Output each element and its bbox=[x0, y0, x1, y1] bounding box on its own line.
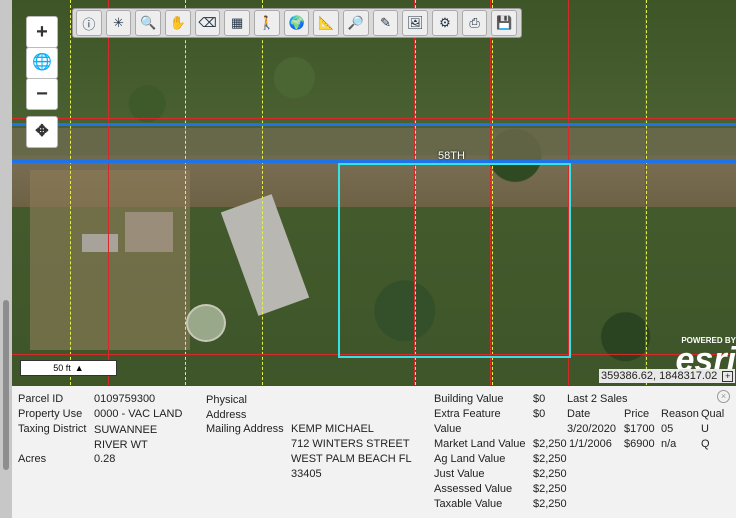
parcel-boundary bbox=[645, 0, 646, 385]
assessed-value: $2,250 bbox=[533, 483, 567, 495]
extra-feature-label: Extra Feature Value bbox=[434, 408, 501, 435]
grid-line bbox=[185, 0, 186, 385]
sale-date: 1/1/2006 bbox=[569, 438, 612, 450]
parcel-id-label: Parcel ID bbox=[18, 393, 64, 405]
mailing-line: KEMP MICHAEL bbox=[291, 423, 374, 435]
street-view-icon[interactable]: 🚶 bbox=[254, 10, 280, 36]
sale-price: $1700 bbox=[624, 423, 655, 435]
sales-header-qual: Qual bbox=[701, 408, 725, 420]
taxing-district-value: SUWANNEE RIVER WT bbox=[94, 424, 158, 451]
info-icon[interactable]: ⓘ bbox=[76, 10, 102, 36]
road-label: 58TH bbox=[438, 150, 465, 162]
grid-line bbox=[646, 0, 647, 385]
sales-header-reason: Reason bbox=[661, 408, 699, 420]
road-centerline bbox=[12, 123, 736, 126]
taxable-value: $2,250 bbox=[533, 498, 567, 510]
selected-parcel-outline[interactable] bbox=[338, 163, 571, 358]
sale-qual: U bbox=[701, 423, 709, 435]
ag-land-value: $2,250 bbox=[533, 453, 567, 465]
left-scrollbar[interactable] bbox=[0, 0, 12, 518]
sale-date: 3/20/2020 bbox=[567, 423, 616, 435]
sale-price: $6900 bbox=[624, 438, 655, 450]
measure-icon[interactable]: 📐 bbox=[313, 10, 340, 36]
sale-reason: n/a bbox=[661, 438, 677, 450]
assessed-value-label: Assessed Value bbox=[434, 483, 513, 495]
grid-line bbox=[262, 0, 263, 385]
cleared-lot bbox=[30, 170, 190, 350]
scrollbar-thumb[interactable] bbox=[3, 300, 9, 470]
taxable-value-label: Taxable Value bbox=[434, 498, 503, 510]
zoom-in-icon[interactable]: 🔍 bbox=[135, 10, 162, 36]
taxing-district-label: Taxing District bbox=[18, 423, 87, 435]
parcel-boundary bbox=[108, 0, 109, 385]
close-icon[interactable]: × bbox=[717, 390, 730, 403]
sale-qual: Q bbox=[701, 438, 710, 450]
mailing-line: 712 WINTERS STREET bbox=[291, 438, 410, 450]
expand-icon[interactable]: + bbox=[722, 371, 734, 382]
mailing-line: WEST PALM BEACH FL bbox=[291, 453, 412, 465]
save-icon[interactable]: 💾 bbox=[491, 10, 518, 36]
pan-icon[interactable]: ✥ bbox=[26, 116, 58, 148]
property-use-value: 0000 - VAC LAND bbox=[94, 408, 183, 420]
sales-header-price: Price bbox=[624, 408, 650, 420]
map-toolbar: ⓘ ✳ 🔍 ✋ ⌫ ▦ 🚶 🌍 📐 🔎 ✎ 🖼 ⚙ ⎙ 💾 bbox=[72, 8, 522, 38]
just-value-label: Just Value bbox=[434, 468, 485, 480]
pan-hand-icon[interactable]: ✋ bbox=[165, 10, 191, 36]
parcel-id-value: 0109759300 bbox=[94, 393, 156, 405]
zoom-out-button[interactable]: − bbox=[26, 78, 58, 110]
add-layer-icon[interactable]: ▦ bbox=[224, 10, 251, 36]
shed bbox=[125, 212, 173, 252]
ag-land-label: Ag Land Value bbox=[434, 453, 506, 465]
scale-label: 50 ft bbox=[53, 363, 71, 373]
extra-feature-value: $0 bbox=[533, 408, 546, 420]
shed bbox=[82, 234, 118, 252]
globe-icon[interactable]: 🌍 bbox=[283, 10, 310, 36]
coordinate-readout: 359386.62, 1848317.02 + bbox=[599, 369, 736, 383]
print-map-icon[interactable]: 🖼 bbox=[402, 10, 429, 36]
globe-icon[interactable]: 🌐 bbox=[26, 47, 58, 79]
house-roof bbox=[220, 194, 310, 316]
road bbox=[12, 128, 736, 162]
scale-bar: 50 ft ▲ bbox=[20, 360, 117, 376]
parcel-info-panel: × Parcel ID 0109759300 Property Use 0000… bbox=[12, 386, 736, 518]
round-pool bbox=[186, 304, 226, 342]
zoom-in-button[interactable]: + bbox=[26, 16, 58, 48]
eraser-icon[interactable]: ⌫ bbox=[194, 10, 221, 36]
just-value: $2,250 bbox=[533, 468, 567, 480]
grid-line bbox=[70, 0, 71, 385]
market-land-value: $2,250 bbox=[533, 438, 567, 450]
building-value: $0 bbox=[533, 393, 546, 405]
settings-icon[interactable]: ⚙ bbox=[432, 10, 458, 36]
search-icon[interactable]: 🔎 bbox=[343, 10, 369, 36]
acres-label: Acres bbox=[18, 453, 47, 465]
property-use-label: Property Use bbox=[18, 408, 83, 420]
sale-reason: 05 bbox=[661, 423, 674, 435]
sales-header-date: Date bbox=[567, 408, 591, 420]
pencil-icon[interactable]: ✎ bbox=[372, 10, 399, 36]
parcel-boundary bbox=[12, 118, 736, 119]
mailing-address-label: Mailing Address bbox=[206, 423, 284, 435]
physical-address-label: Physical Address bbox=[206, 394, 247, 421]
caret-up-icon: ▲ bbox=[74, 363, 84, 373]
mailing-line: 33405 bbox=[291, 468, 322, 480]
select-icon[interactable]: ✳ bbox=[105, 10, 132, 36]
building-value-label: Building Value bbox=[434, 393, 504, 405]
market-land-label: Market Land Value bbox=[434, 438, 526, 450]
sales-title: Last 2 Sales bbox=[567, 393, 628, 405]
printer-icon[interactable]: ⎙ bbox=[461, 10, 488, 36]
acres-value: 0.28 bbox=[94, 453, 116, 465]
